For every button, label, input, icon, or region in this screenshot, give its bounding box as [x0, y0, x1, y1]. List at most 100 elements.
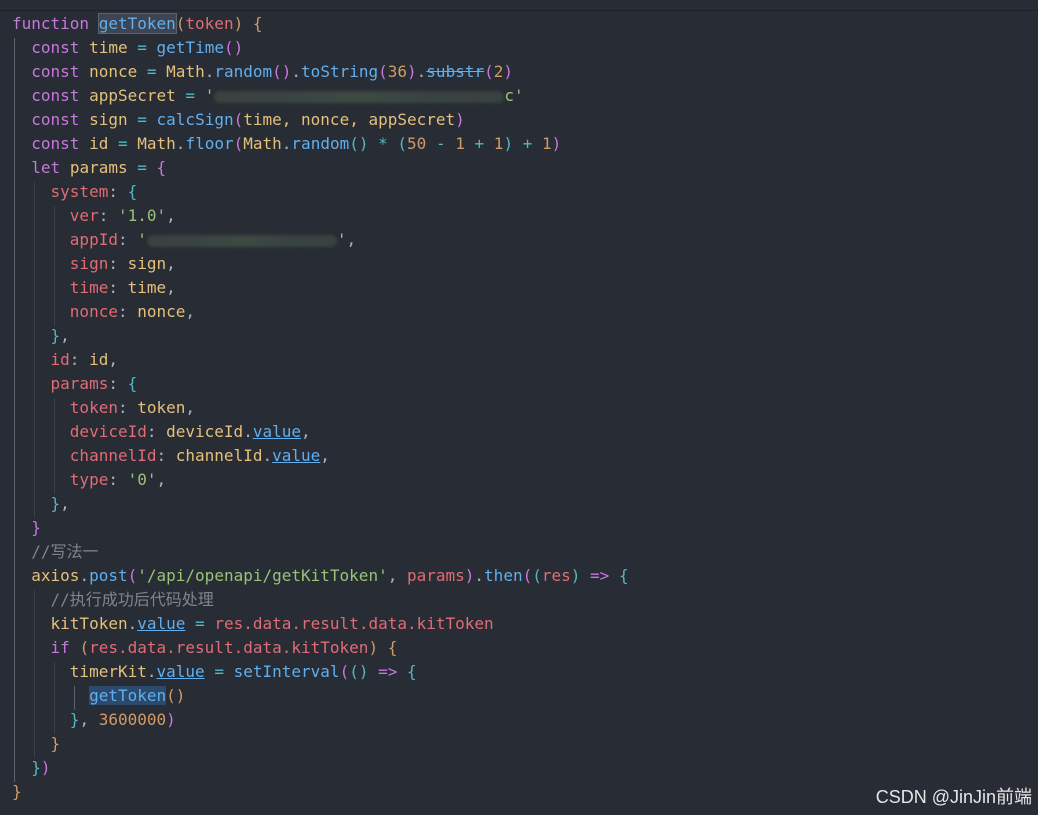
code-line-29[interactable]: getToken() [12, 684, 185, 708]
keyword: const [31, 86, 80, 105]
code-line-1[interactable]: function getToken(token) { [12, 12, 263, 36]
keyword: const [31, 134, 80, 153]
code-line-15[interactable]: id: id, [12, 348, 118, 372]
code-line-10[interactable]: appId: ' ', [12, 228, 356, 252]
ref-value: value [252, 422, 301, 441]
editor-top-border [0, 10, 1038, 11]
property: token [69, 398, 118, 417]
function-call: setInterval [233, 662, 340, 681]
ref-value: value [272, 446, 321, 465]
string: ' [204, 86, 215, 105]
code-line-25[interactable]: //执行成功后代码处理 [12, 588, 214, 612]
code-line-4[interactable]: const appSecret = ' c' [12, 84, 523, 108]
method: toString [301, 62, 379, 81]
code-line-6[interactable]: const id = Math.floor(Math.random() * (5… [12, 132, 561, 156]
code-line-23[interactable]: //写法一 [12, 540, 99, 564]
comment: //执行成功后代码处理 [50, 590, 214, 609]
variable: params [69, 158, 128, 177]
code-line-7[interactable]: let params = { [12, 156, 166, 180]
code-line-28[interactable]: timerKit.value = setInterval(() => { [12, 660, 417, 684]
number: 36 [387, 62, 408, 81]
value: sign [127, 254, 167, 273]
object: deviceId [166, 422, 244, 441]
keyword: if [50, 638, 70, 657]
code-line-33[interactable]: } [12, 780, 22, 804]
code-line-11[interactable]: sign: sign, [12, 252, 176, 276]
variable: time [89, 38, 128, 57]
number: 3600000 [98, 710, 167, 729]
code-line-14[interactable]: }, [12, 324, 70, 348]
deprecated-method: substr [426, 62, 485, 81]
property: system [50, 182, 109, 201]
code-editor[interactable]: function getToken(token) { const time = … [0, 0, 1038, 815]
object: Math [137, 134, 176, 153]
code-line-3[interactable]: const nonce = Math.random().toString(36)… [12, 60, 513, 84]
watermark: CSDN @JinJin前端 [875, 787, 1032, 807]
arguments: time, nonce, appSecret [243, 110, 456, 129]
string: ' [137, 230, 147, 249]
variable: id [89, 134, 109, 153]
code-line-22[interactable]: } [12, 516, 41, 540]
code-line-16[interactable]: params: { [12, 372, 138, 396]
variable: sign [89, 110, 128, 129]
ref-value: value [137, 614, 186, 633]
member-chain: res.data.result.data.kitToken [214, 614, 494, 633]
code-line-8[interactable]: system: { [12, 180, 138, 204]
code-line-27[interactable]: if (res.data.result.data.kitToken) { [12, 636, 398, 660]
object: channelId [175, 446, 263, 465]
method: random [291, 134, 350, 153]
code-line-18[interactable]: deviceId: deviceId.value, [12, 420, 311, 444]
code-line-20[interactable]: type: '0', [12, 468, 166, 492]
property: params [50, 374, 109, 393]
value: time [127, 278, 167, 297]
keyword: let [31, 158, 61, 177]
code-line-9[interactable]: ver: '1.0', [12, 204, 176, 228]
redacted-app-id [146, 234, 337, 247]
variable: nonce [89, 62, 138, 81]
number: 1 [455, 134, 465, 153]
comment: //写法一 [31, 542, 99, 561]
method: then [484, 566, 523, 585]
keyword: const [31, 38, 80, 57]
object: Math [166, 62, 205, 81]
string: '1.0' [117, 206, 167, 225]
argument: params [406, 566, 465, 585]
method: floor [185, 134, 234, 153]
parameter: res [541, 566, 571, 585]
object: timerKit [69, 662, 147, 681]
value: id [89, 350, 109, 369]
parameter: token [185, 14, 234, 33]
variable: appSecret [89, 86, 176, 105]
value: token [137, 398, 186, 417]
property: appId [69, 230, 118, 249]
code-line-21[interactable]: }, [12, 492, 70, 516]
string: '/api/openapi/getKitToken' [137, 566, 388, 585]
code-line-26[interactable]: kitToken.value = res.data.result.data.ki… [12, 612, 494, 636]
code-line-19[interactable]: channelId: channelId.value, [12, 444, 330, 468]
member-chain: res.data.result.data.kitToken [89, 638, 369, 657]
code-line-24[interactable]: axios.post('/api/openapi/getKitToken', p… [12, 564, 628, 588]
code-line-5[interactable]: const sign = calcSign(time, nonce, appSe… [12, 108, 465, 132]
property: time [69, 278, 109, 297]
number: 2 [493, 62, 504, 81]
code-line-17[interactable]: token: token, [12, 396, 195, 420]
number: 1 [493, 134, 504, 153]
property: channelId [69, 446, 157, 465]
function-name: getToken [97, 13, 177, 34]
code-line-30[interactable]: }, 3600000) [12, 708, 176, 732]
object: Math [243, 134, 282, 153]
property: nonce [69, 302, 118, 321]
property: ver [69, 206, 99, 225]
code-line-13[interactable]: nonce: nonce, [12, 300, 195, 324]
code-line-2[interactable]: const time = getTime() [12, 36, 243, 60]
string: '0' [127, 470, 157, 489]
ref-value: value [156, 662, 205, 681]
redacted-secret [214, 90, 505, 103]
string: ' [336, 230, 347, 249]
function-call: calcSign [156, 110, 234, 129]
keyword: const [31, 62, 80, 81]
code-line-31[interactable]: } [12, 732, 61, 756]
code-line-32[interactable]: }) [12, 756, 50, 780]
code-line-12[interactable]: time: time, [12, 276, 176, 300]
method: post [89, 566, 128, 585]
